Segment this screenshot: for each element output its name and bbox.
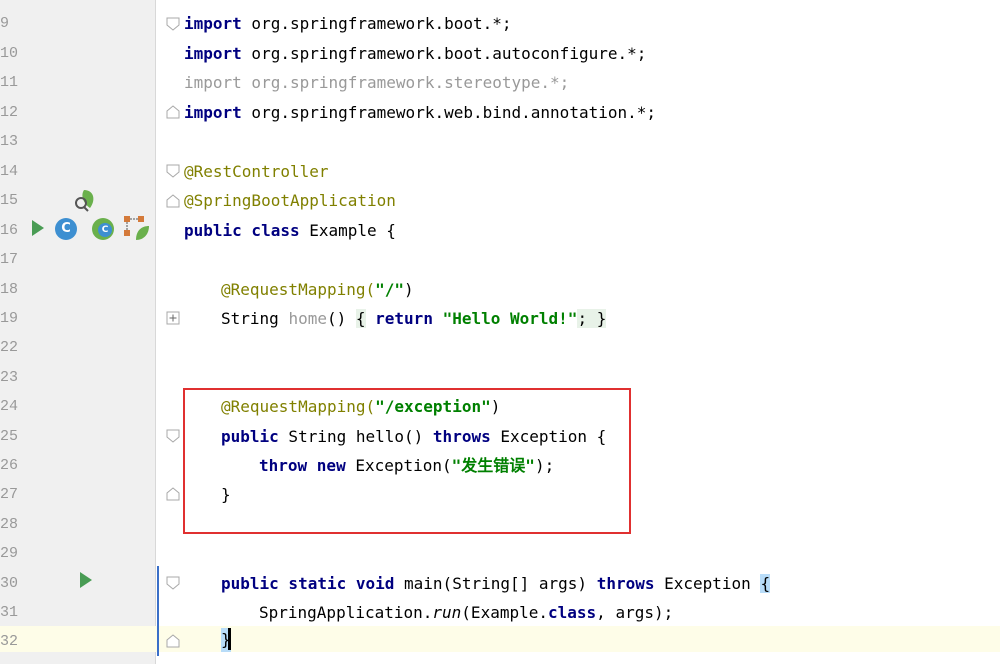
code-text: main(String[] args)	[394, 574, 597, 593]
code-line-18[interactable]: @RequestMapping("/")	[221, 278, 414, 302]
code-line-9[interactable]: import org.springframework.boot.*;	[184, 12, 512, 36]
code-text: Example {	[299, 221, 396, 240]
text-caret	[228, 628, 231, 650]
code-text: org.springframework.boot.*;	[241, 14, 512, 33]
keyword: throws	[596, 574, 655, 593]
fold-start-icon[interactable]	[166, 163, 180, 182]
class-bean-icon[interactable]: C	[55, 218, 77, 240]
line-number: 19	[0, 310, 19, 327]
code-line-31[interactable]: SpringApplication.run(Example.class, arg…	[259, 601, 673, 625]
code-text: )	[404, 280, 414, 299]
line-number: 31	[0, 604, 19, 621]
line-number: 18	[0, 281, 19, 298]
line-number: 17	[0, 251, 19, 268]
fold-end-icon[interactable]	[166, 486, 180, 505]
line-number: 14	[0, 163, 19, 180]
line-number: 16	[0, 222, 19, 239]
code-line-15[interactable]: @SpringBootApplication	[184, 189, 396, 213]
line-number: 15	[0, 192, 19, 209]
line-number: 23	[0, 369, 19, 386]
code-text: org.springframework.boot.autoconfigure.*…	[241, 44, 647, 63]
keyword: import	[184, 14, 242, 33]
code-line-10[interactable]: import org.springframework.boot.autoconf…	[184, 42, 646, 66]
keyword: class	[548, 603, 597, 622]
line-number: 11	[0, 74, 19, 91]
line-number: 29	[0, 545, 19, 562]
code-line-14[interactable]: @RestController	[184, 160, 329, 184]
spring-config-icon[interactable]	[122, 214, 150, 242]
class-bean-c: C	[98, 223, 112, 237]
line-number: 25	[0, 428, 19, 445]
folded-brace: }	[596, 309, 607, 328]
string-literal: "Hello World!"	[442, 309, 578, 328]
matched-brace: {	[760, 574, 771, 593]
code-text: SpringApplication.	[259, 603, 433, 622]
spring-bean-search-icon[interactable]	[72, 188, 98, 214]
line-number: 26	[0, 457, 19, 474]
line-number: 12	[0, 104, 19, 121]
line-number: 9	[0, 15, 10, 32]
fold-end-icon[interactable]	[166, 193, 180, 212]
fold-start-icon[interactable]	[166, 428, 180, 447]
code-line-11[interactable]: import org.springframework.stereotype.*;	[184, 71, 569, 95]
line-number: 22	[0, 339, 19, 356]
line-number: 32	[0, 633, 19, 650]
current-line-highlight	[0, 626, 1000, 652]
line-number: 24	[0, 398, 19, 415]
fold-start-icon[interactable]	[166, 575, 180, 594]
static-method: run	[432, 603, 462, 622]
code-text: Exception	[654, 574, 761, 593]
line-number: 13	[0, 133, 19, 150]
keyword: return	[365, 309, 443, 328]
fold-end-icon[interactable]	[166, 633, 180, 652]
editor-gutter	[0, 0, 155, 664]
code-line-30[interactable]: public static void main(String[] args) t…	[221, 572, 771, 596]
fold-end-icon[interactable]	[166, 104, 180, 123]
fold-strip	[155, 0, 176, 664]
line-number: 28	[0, 516, 19, 533]
code-text: ;	[577, 309, 597, 328]
code-line-16[interactable]: public class Example {	[184, 219, 396, 243]
code-text: org.springframework.web.bind.annotation.…	[241, 103, 657, 122]
code-text: (Example.	[461, 603, 548, 622]
line-number: 27	[0, 486, 19, 503]
method-name: home	[288, 309, 327, 328]
string-literal: "/"	[375, 280, 405, 299]
code-text: , args);	[596, 603, 674, 622]
code-text: ()	[326, 309, 356, 328]
code-line-12[interactable]: import org.springframework.web.bind.anno…	[184, 101, 656, 125]
highlight-box	[183, 388, 631, 534]
keyword: public static void	[221, 574, 395, 593]
method-scope-indicator	[157, 566, 159, 656]
run-main-icon[interactable]	[80, 572, 92, 588]
line-number: 10	[0, 45, 19, 62]
code-line-19[interactable]: String home() { return "Hello World!"; }	[221, 307, 607, 331]
run-gutter-icon[interactable]	[32, 220, 44, 236]
keyword: import	[184, 103, 242, 122]
fold-start-icon[interactable]	[166, 16, 180, 35]
keyword: import	[184, 44, 242, 63]
spring-bean-icon[interactable]: C	[92, 218, 114, 240]
code-text: String	[221, 309, 289, 328]
fold-expand-icon[interactable]	[166, 310, 180, 329]
annotation: @RequestMapping(	[221, 280, 376, 299]
line-number: 30	[0, 575, 19, 592]
keyword: public class	[184, 221, 300, 240]
folded-brace: {	[355, 309, 366, 328]
